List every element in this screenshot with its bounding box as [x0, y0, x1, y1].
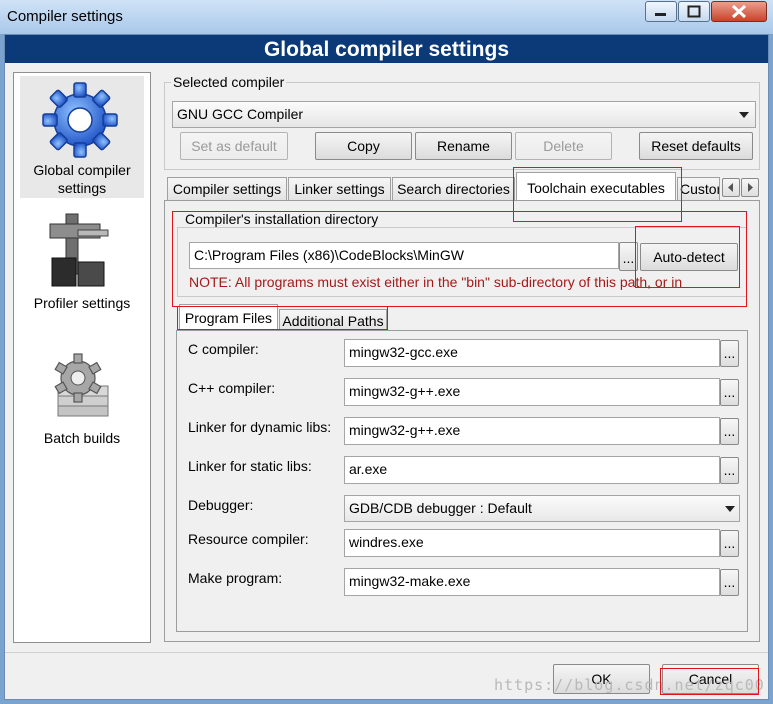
debugger-select-value: GDB/CDB debugger : Default — [349, 500, 532, 516]
chevron-left-icon — [728, 183, 733, 192]
category-global-compiler-settings[interactable]: Global compiler settings — [20, 76, 144, 198]
cpp-compiler-label: C++ compiler: — [188, 380, 276, 396]
highlight-auto-detect — [635, 226, 740, 288]
delete-button[interactable]: Delete — [515, 132, 612, 160]
category-label-line2: settings — [57, 180, 107, 196]
highlight-subtabs — [177, 306, 388, 330]
ellipsis-icon: ... — [723, 423, 736, 439]
category-batch-builds[interactable]: Batch builds — [20, 350, 144, 450]
category-label-line1: Global compiler — [33, 162, 131, 178]
tab-linker-settings[interactable]: Linker settings — [288, 177, 391, 201]
resource-compiler-browse-button[interactable]: ... — [720, 530, 739, 557]
cpp-compiler-input[interactable]: mingw32-g++.exe — [344, 378, 720, 406]
ellipsis-icon: ... — [723, 535, 736, 551]
maximize-button[interactable] — [678, 1, 710, 22]
static-linker-browse-button[interactable]: ... — [720, 457, 739, 484]
resource-compiler-input[interactable]: windres.exe — [344, 529, 720, 557]
debugger-select[interactable]: GDB/CDB debugger : Default — [344, 495, 740, 522]
highlight-cancel — [660, 668, 759, 695]
page-title: Global compiler settings — [263, 38, 510, 61]
caliper-icon — [49, 213, 109, 287]
selected-compiler-label: Selected compiler — [171, 74, 287, 90]
minimize-button[interactable] — [645, 1, 677, 22]
tab-compiler-settings[interactable]: Compiler settings — [167, 177, 287, 201]
ellipsis-icon: ... — [723, 345, 736, 361]
batch-gear-icon — [54, 353, 109, 417]
cpp-compiler-browse-button[interactable]: ... — [720, 379, 739, 406]
tab-scroll-left-button[interactable] — [722, 178, 740, 197]
rename-button[interactable]: Rename — [415, 132, 512, 160]
set-as-default-button[interactable]: Set as default — [180, 132, 288, 160]
window-title: Compiler settings — [7, 8, 123, 25]
gear-icon — [42, 82, 118, 158]
ellipsis-icon: ... — [723, 574, 736, 590]
category-label: Profiler settings — [33, 295, 131, 311]
tab-scroll-right-button[interactable] — [741, 178, 759, 197]
category-label: Global compiler settings — [20, 161, 144, 197]
chevron-down-icon — [739, 112, 749, 118]
close-icon — [731, 4, 747, 19]
make-program-label: Make program: — [188, 570, 283, 586]
copy-button[interactable]: Copy — [315, 132, 412, 160]
make-program-input[interactable]: mingw32-make.exe — [344, 568, 720, 596]
chevron-down-icon — [725, 506, 735, 512]
chevron-right-icon — [748, 183, 753, 192]
footer-divider — [5, 652, 768, 653]
dynamic-linker-input[interactable]: mingw32-g++.exe — [344, 417, 720, 445]
c-compiler-input[interactable]: mingw32-gcc.exe — [344, 339, 720, 367]
tab-search-directories[interactable]: Search directories — [392, 177, 515, 201]
category-profiler-settings[interactable]: Profiler settings — [20, 208, 144, 316]
static-linker-label: Linker for static libs: — [188, 458, 312, 474]
ellipsis-icon: ... — [723, 384, 736, 400]
ellipsis-icon: ... — [723, 462, 736, 478]
static-linker-input[interactable]: ar.exe — [344, 456, 720, 484]
resource-compiler-label: Resource compiler: — [188, 531, 309, 547]
tab-custom[interactable]: Custor — [677, 177, 720, 201]
close-button[interactable] — [711, 1, 767, 22]
compiler-select-value: GNU GCC Compiler — [177, 106, 304, 122]
make-program-browse-button[interactable]: ... — [720, 569, 739, 596]
dynamic-linker-browse-button[interactable]: ... — [720, 418, 739, 445]
c-compiler-label: C compiler: — [188, 341, 259, 357]
c-compiler-browse-button[interactable]: ... — [720, 340, 739, 367]
compiler-select[interactable]: GNU GCC Compiler — [172, 101, 756, 128]
minimize-icon — [655, 13, 666, 16]
dynamic-linker-label: Linker for dynamic libs: — [188, 419, 332, 435]
maximize-icon — [687, 5, 701, 18]
reset-defaults-button[interactable]: Reset defaults — [639, 132, 753, 160]
category-label: Batch builds — [43, 430, 121, 446]
debugger-label: Debugger: — [188, 497, 254, 513]
